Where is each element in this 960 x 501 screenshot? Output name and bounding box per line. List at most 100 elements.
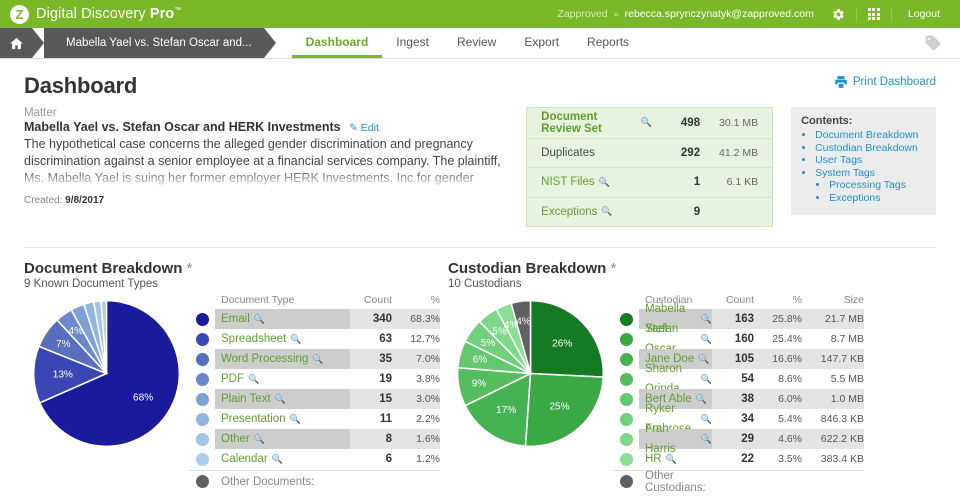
legend-row[interactable]: Presentation 🔍 11 2.2% — [189, 409, 440, 429]
legend-header-type: Document Type — [221, 294, 295, 306]
legend-item-percent: 2.2% — [416, 413, 440, 425]
tab-ingest[interactable]: Ingest — [382, 28, 443, 58]
contents-link-processing-tags[interactable]: Processing Tags — [829, 179, 926, 192]
legend-item-count: 38 — [712, 389, 754, 409]
breadcrumb-matter-label: Mabella Yael vs. Stefan Oscar and... — [66, 37, 252, 49]
tab-export[interactable]: Export — [510, 28, 573, 58]
search-icon[interactable]: 🔍 — [698, 349, 709, 369]
document-breakdown-title-text: Document Breakdown — [24, 260, 183, 277]
legend-row[interactable]: Calendar 🔍 6 1.2% — [189, 449, 440, 469]
breadcrumb-matter[interactable]: Mabella Yael vs. Stefan Oscar and... — [44, 28, 276, 58]
custodian-other-row: Other Custodians: — [613, 470, 864, 494]
page-title: Dashboard — [24, 73, 138, 98]
gear-icon[interactable] — [826, 0, 852, 28]
search-icon[interactable]: 🔍 — [275, 389, 286, 409]
search-icon[interactable]: 🔍 — [701, 429, 712, 449]
matter-edit-button[interactable]: ✎ Edit — [349, 122, 379, 134]
legend-header-pct: % — [430, 294, 440, 306]
app-logo[interactable]: Z Digital Discovery Pro™ — [10, 4, 181, 24]
legend-item-size: 383.4 KB — [820, 453, 864, 465]
legend-row[interactable]: Plain Text 🔍 15 3.0% — [189, 389, 440, 409]
legend-color-dot-cell — [613, 392, 639, 406]
legend-row[interactable]: Stefan Oscar🔍 160 25.4% 8.7 MB — [613, 323, 864, 355]
search-icon[interactable]: 🔍 — [599, 177, 610, 188]
stat-label-0: Document Review Set — [541, 110, 602, 135]
search-icon[interactable]: 🔍 — [696, 389, 707, 409]
legend-color-dot-cell — [189, 352, 215, 366]
tab-review-label: Review — [456, 34, 497, 49]
custodian-breakdown-asterisk: * — [610, 260, 617, 277]
stat-label-1: Duplicates — [541, 146, 595, 159]
legend-item-percent: 6.0% — [754, 389, 802, 409]
legend-item-label: Stefan Oscar🔍 — [639, 323, 712, 355]
search-icon[interactable]: 🔍 — [701, 409, 712, 429]
custodian-breakdown-section: Custodian Breakdown * 10 Custodians 26% 2… — [448, 260, 864, 501]
pie-slice-label: 9% — [472, 378, 487, 389]
tab-dashboard[interactable]: Dashboard — [291, 28, 383, 58]
legend-row[interactable]: PDF 🔍 19 3.8% — [189, 369, 440, 389]
logout-button[interactable]: Logout — [896, 8, 950, 20]
contents-link-system-tags[interactable]: System Tags Processing Tags Exceptions — [815, 167, 926, 205]
search-icon[interactable]: 🔍 — [601, 206, 612, 217]
search-icon[interactable]: 🔍 — [701, 309, 712, 329]
document-breakdown-section: Document Breakdown * 9 Known Document Ty… — [24, 260, 440, 501]
legend-row[interactable]: Email 🔍 340 68.3% — [189, 309, 440, 329]
matter-name: Mabella Yael vs. Stefan Oscar and HERK I… — [24, 120, 502, 134]
stat-row-duplicates[interactable]: Duplicates 292 41.2 MB — [527, 137, 773, 168]
apps-grid-icon[interactable] — [861, 0, 887, 28]
search-icon[interactable]: 🔍 — [248, 369, 259, 389]
search-icon[interactable]: 🔍 — [701, 369, 712, 389]
contents-link-custodian-breakdown[interactable]: Custodian Breakdown — [815, 142, 926, 155]
legend-row[interactable]: Word Processing 🔍 35 7.0% — [189, 349, 440, 369]
legend-row[interactable]: Spreadsheet 🔍 63 12.7% — [189, 329, 440, 349]
legend-color-dot — [195, 352, 209, 366]
top-bar-right-group: Zapproved » rebecca.sprynczynatyk@zappro… — [557, 0, 950, 28]
stat-row-document-review-set[interactable]: Document Review Set 🔍 498 30.1 MB — [527, 108, 772, 138]
stat-row-exceptions[interactable]: Exceptions 🔍 9 — [527, 196, 773, 227]
legend-row[interactable]: Sharon Orinda🔍 54 8.6% 5.5 MB — [613, 363, 864, 395]
legend-color-dot — [195, 372, 209, 386]
tab-reports[interactable]: Reports — [573, 28, 643, 58]
document-pie-chart[interactable]: 68% 13% 7% 4% — [24, 294, 189, 492]
legend-row[interactable]: Other 🔍 8 1.6% — [189, 429, 440, 449]
search-icon[interactable]: 🔍 — [254, 309, 265, 329]
stat-name-duplicates: Duplicates — [541, 147, 652, 159]
search-icon[interactable]: 🔍 — [290, 329, 301, 349]
legend-item-percent: 8.6% — [778, 373, 802, 385]
legend-color-dot-cell — [189, 312, 215, 326]
legend-color-dot-cell — [189, 452, 215, 466]
print-dashboard-button[interactable]: Print Dashboard — [834, 75, 936, 89]
legend-item-count: 54 — [741, 373, 754, 385]
org-name: Zapproved — [557, 8, 608, 20]
user-email[interactable]: rebecca.sprynczynatyk@zapproved.com — [625, 8, 826, 20]
chevron-right-icon: » — [613, 9, 619, 19]
tab-review[interactable]: Review — [443, 28, 510, 58]
stat-name-exceptions: Exceptions 🔍 — [541, 206, 652, 218]
search-icon[interactable]: 🔍 — [312, 349, 323, 369]
breadcrumb-home-button[interactable] — [0, 28, 44, 58]
search-icon[interactable]: 🔍 — [701, 329, 712, 349]
tag-icon[interactable] — [924, 28, 960, 58]
legend-row[interactable]: HR 🔍 22 3.5% 383.4 KB — [613, 449, 864, 469]
search-icon[interactable]: 🔍 — [272, 449, 283, 469]
search-icon[interactable]: 🔍 — [254, 429, 265, 449]
contents-link-document-breakdown[interactable]: Document Breakdown — [815, 129, 926, 142]
pie-slice-label: 68% — [133, 392, 153, 403]
search-icon[interactable]: 🔍 — [641, 117, 652, 128]
contents-link-exceptions[interactable]: Exceptions — [829, 192, 926, 205]
legend-header-size: Size — [843, 294, 864, 306]
document-pie-svg: 68%13%7%4% — [32, 299, 181, 448]
stat-label-2: NIST Files — [541, 176, 595, 189]
pie-slice-label: 26% — [552, 338, 572, 349]
pie-slice-label: 25% — [549, 401, 569, 412]
legend-item-count: 22 — [741, 453, 754, 465]
legend-row[interactable]: Fran Harris 🔍 29 4.6% 622.2 KB — [613, 423, 864, 455]
custodian-pie-chart[interactable]: 26% 25% 17% 9% 6% 5% 5% 4% 4% — [448, 294, 613, 492]
stat-row-nist-files[interactable]: NIST Files 🔍 1 6.1 KB — [527, 167, 773, 197]
contents-link-user-tags[interactable]: User Tags — [815, 154, 926, 167]
stat-count-0: 498 — [680, 116, 701, 129]
search-icon[interactable]: 🔍 — [290, 409, 301, 429]
search-icon[interactable]: 🔍 — [666, 449, 677, 469]
matter-edit-label: Edit — [360, 122, 379, 134]
legend-item-text: PDF — [221, 373, 244, 385]
